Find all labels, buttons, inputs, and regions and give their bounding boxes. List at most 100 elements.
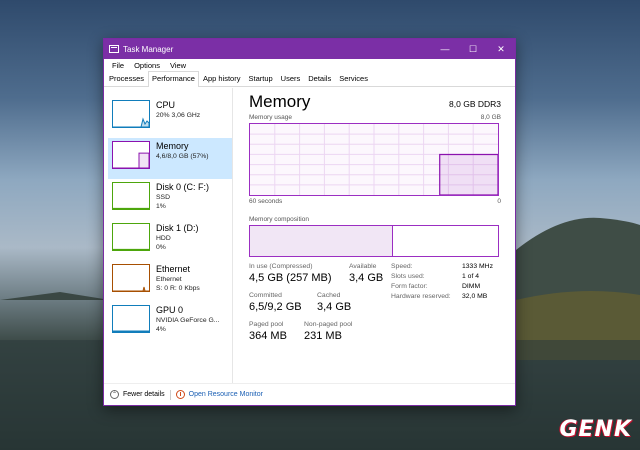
- thumbnail-trace: [113, 152, 149, 168]
- stat-value: 6,5/9,2 GB: [249, 301, 302, 313]
- stat-value: 231 MB: [304, 330, 342, 342]
- composition-in-use-segment: [250, 226, 393, 256]
- detail-row-hardware-reserved: Hardware reserved: 32,0 MB: [391, 292, 496, 302]
- tab-details[interactable]: Details: [304, 71, 335, 86]
- window-title: Task Manager: [123, 44, 174, 54]
- thumbnail-trace: [113, 117, 149, 127]
- stat-value: 3,4 GB: [317, 301, 352, 313]
- stat-in-use: In use (Compressed) 4,5 GB (257 MB): [249, 262, 332, 286]
- sidebar-item-detail2: 0%: [156, 244, 166, 251]
- menu-options[interactable]: Options: [129, 61, 165, 70]
- stat-label: Committed: [249, 292, 282, 299]
- memory-usage-plot: [250, 124, 498, 195]
- detail-key: Form factor:: [391, 283, 428, 290]
- detail-key: Slots used:: [391, 273, 425, 280]
- footer-bar: ⌃ Fewer details Open Resource Monitor: [104, 383, 515, 405]
- memory-usage-graph: [249, 123, 499, 196]
- thumbnail-trace-path: [113, 152, 149, 168]
- detail-value: 1333 MHz: [462, 263, 493, 270]
- gpu-thumbnail: [112, 305, 150, 333]
- sidebar-item-detail: Ethernet: [156, 276, 182, 283]
- stat-label: In use (Compressed): [249, 263, 313, 270]
- thumbnail-trace-path: [113, 330, 149, 332]
- genk-watermark-logo: GENK: [559, 417, 632, 442]
- sidebar-item-name: Disk 1 (D:): [156, 223, 199, 233]
- sidebar-item-ethernet[interactable]: Ethernet Ethernet S: 0 R: 0 Kbps: [108, 261, 232, 302]
- tab-performance[interactable]: Performance: [148, 71, 199, 87]
- menu-view[interactable]: View: [165, 61, 191, 70]
- footer-divider: [169, 389, 171, 400]
- detail-value: DIMM: [462, 283, 481, 290]
- sidebar-item-detail2: 4%: [156, 326, 166, 333]
- memory-panel: Memory 8,0 GB DDR3 Memory usage 8,0 GB 6…: [233, 88, 515, 383]
- sidebar-item-detail2: 1%: [156, 203, 166, 210]
- resource-monitor-icon[interactable]: [175, 390, 185, 399]
- stat-value: 364 MB: [249, 330, 287, 342]
- memory-usage-area: [439, 153, 498, 195]
- sidebar-item-name: Disk 0 (C: F:): [156, 182, 209, 192]
- thumbnail-trace: [113, 207, 149, 209]
- tab-users[interactable]: Users: [277, 71, 305, 86]
- memory-spec: 8,0 GB DDR3: [449, 99, 501, 109]
- task-manager-icon: [109, 45, 119, 53]
- stat-label: Paged pool: [249, 321, 284, 328]
- sidebar-item-name: Memory: [156, 141, 189, 151]
- stat-value: 4,5 GB (257 MB): [249, 272, 332, 284]
- thumbnail-trace: [113, 286, 149, 291]
- sidebar-item-disk-1[interactable]: Disk 1 (D:) HDD 0%: [108, 220, 232, 261]
- stat-label: Non-paged pool: [304, 321, 353, 328]
- sidebar-item-detail2: S: 0 R: 0 Kbps: [156, 285, 200, 292]
- memory-composition-bar: [249, 225, 499, 257]
- detail-value: 32,0 MB: [462, 293, 488, 300]
- stat-paged-pool: Paged pool 364 MB: [249, 320, 287, 344]
- minimize-button[interactable]: —: [431, 39, 459, 59]
- stat-available: Available 3,4 GB: [349, 262, 383, 286]
- composition-label: Memory composition: [249, 216, 309, 223]
- sidebar-item-name: CPU: [156, 100, 176, 110]
- composition-available-segment: [392, 226, 498, 256]
- fewer-details-link[interactable]: Fewer details: [123, 391, 165, 398]
- thumbnail-trace-path: [113, 117, 149, 127]
- stat-non-paged-pool: Non-paged pool 231 MB: [304, 320, 352, 344]
- sidebar-item-gpu-0[interactable]: GPU 0 NVIDIA GeForce G... 4%: [108, 302, 232, 343]
- sidebar-item-detail: HDD: [156, 235, 171, 242]
- time-axis-left: 60 seconds: [249, 198, 283, 205]
- sidebar-item-cpu[interactable]: CPU 20% 3,06 GHz: [108, 97, 232, 138]
- detail-value: 1 of 4: [462, 273, 480, 280]
- memory-thumbnail: [112, 141, 150, 169]
- performance-body: CPU 20% 3,06 GHz Memory 4,6/8,0 GB (57%)…: [104, 88, 515, 383]
- stat-committed: Committed 6,5/9,2 GB: [249, 291, 302, 315]
- close-button[interactable]: ✕: [487, 39, 515, 59]
- detail-key: Speed:: [391, 263, 413, 270]
- thumbnail-trace-path: [113, 248, 149, 250]
- stat-label: Available: [349, 263, 377, 270]
- tab-processes[interactable]: Processes: [105, 71, 148, 86]
- detail-row-form-factor: Form factor: DIMM: [391, 282, 496, 292]
- open-resource-monitor-link[interactable]: Open Resource Monitor: [189, 391, 263, 398]
- sidebar-item-disk-0[interactable]: Disk 0 (C: F:) SSD 1%: [108, 179, 232, 220]
- tab-app-history[interactable]: App history: [199, 71, 245, 86]
- sidebar-item-detail: NVIDIA GeForce G...: [156, 317, 220, 324]
- thumbnail-trace: [113, 248, 149, 250]
- sidebar-item-detail: SSD: [156, 194, 170, 201]
- detail-row-speed: Speed: 1333 MHz: [391, 262, 496, 272]
- ethernet-thumbnail: [112, 264, 150, 292]
- cpu-thumbnail: [112, 100, 150, 128]
- detail-row-slots: Slots used: 1 of 4: [391, 272, 496, 282]
- tab-startup[interactable]: Startup: [244, 71, 276, 86]
- sidebar-item-memory[interactable]: Memory 4,6/8,0 GB (57%): [108, 138, 232, 179]
- menu-file[interactable]: File: [107, 61, 129, 70]
- thumbnail-trace: [113, 330, 149, 332]
- stat-cached: Cached 3,4 GB: [317, 291, 351, 315]
- maximize-button[interactable]: ☐: [459, 39, 487, 59]
- chevron-up-icon[interactable]: ⌃: [110, 390, 119, 399]
- sidebar-item-detail: 20% 3,06 GHz: [156, 112, 201, 119]
- stat-value: 3,4 GB: [349, 272, 384, 284]
- time-axis-right: 0: [497, 198, 501, 205]
- usage-graph-label: Memory usage: [249, 114, 292, 121]
- tab-services[interactable]: Services: [335, 71, 372, 86]
- usage-graph-max: 8,0 GB: [480, 114, 501, 121]
- resource-sidebar: CPU 20% 3,06 GHz Memory 4,6/8,0 GB (57%)…: [104, 88, 233, 383]
- task-manager-window: Task Manager — ☐ ✕ File Options View Pro…: [103, 38, 516, 406]
- page-title: Memory: [249, 92, 311, 111]
